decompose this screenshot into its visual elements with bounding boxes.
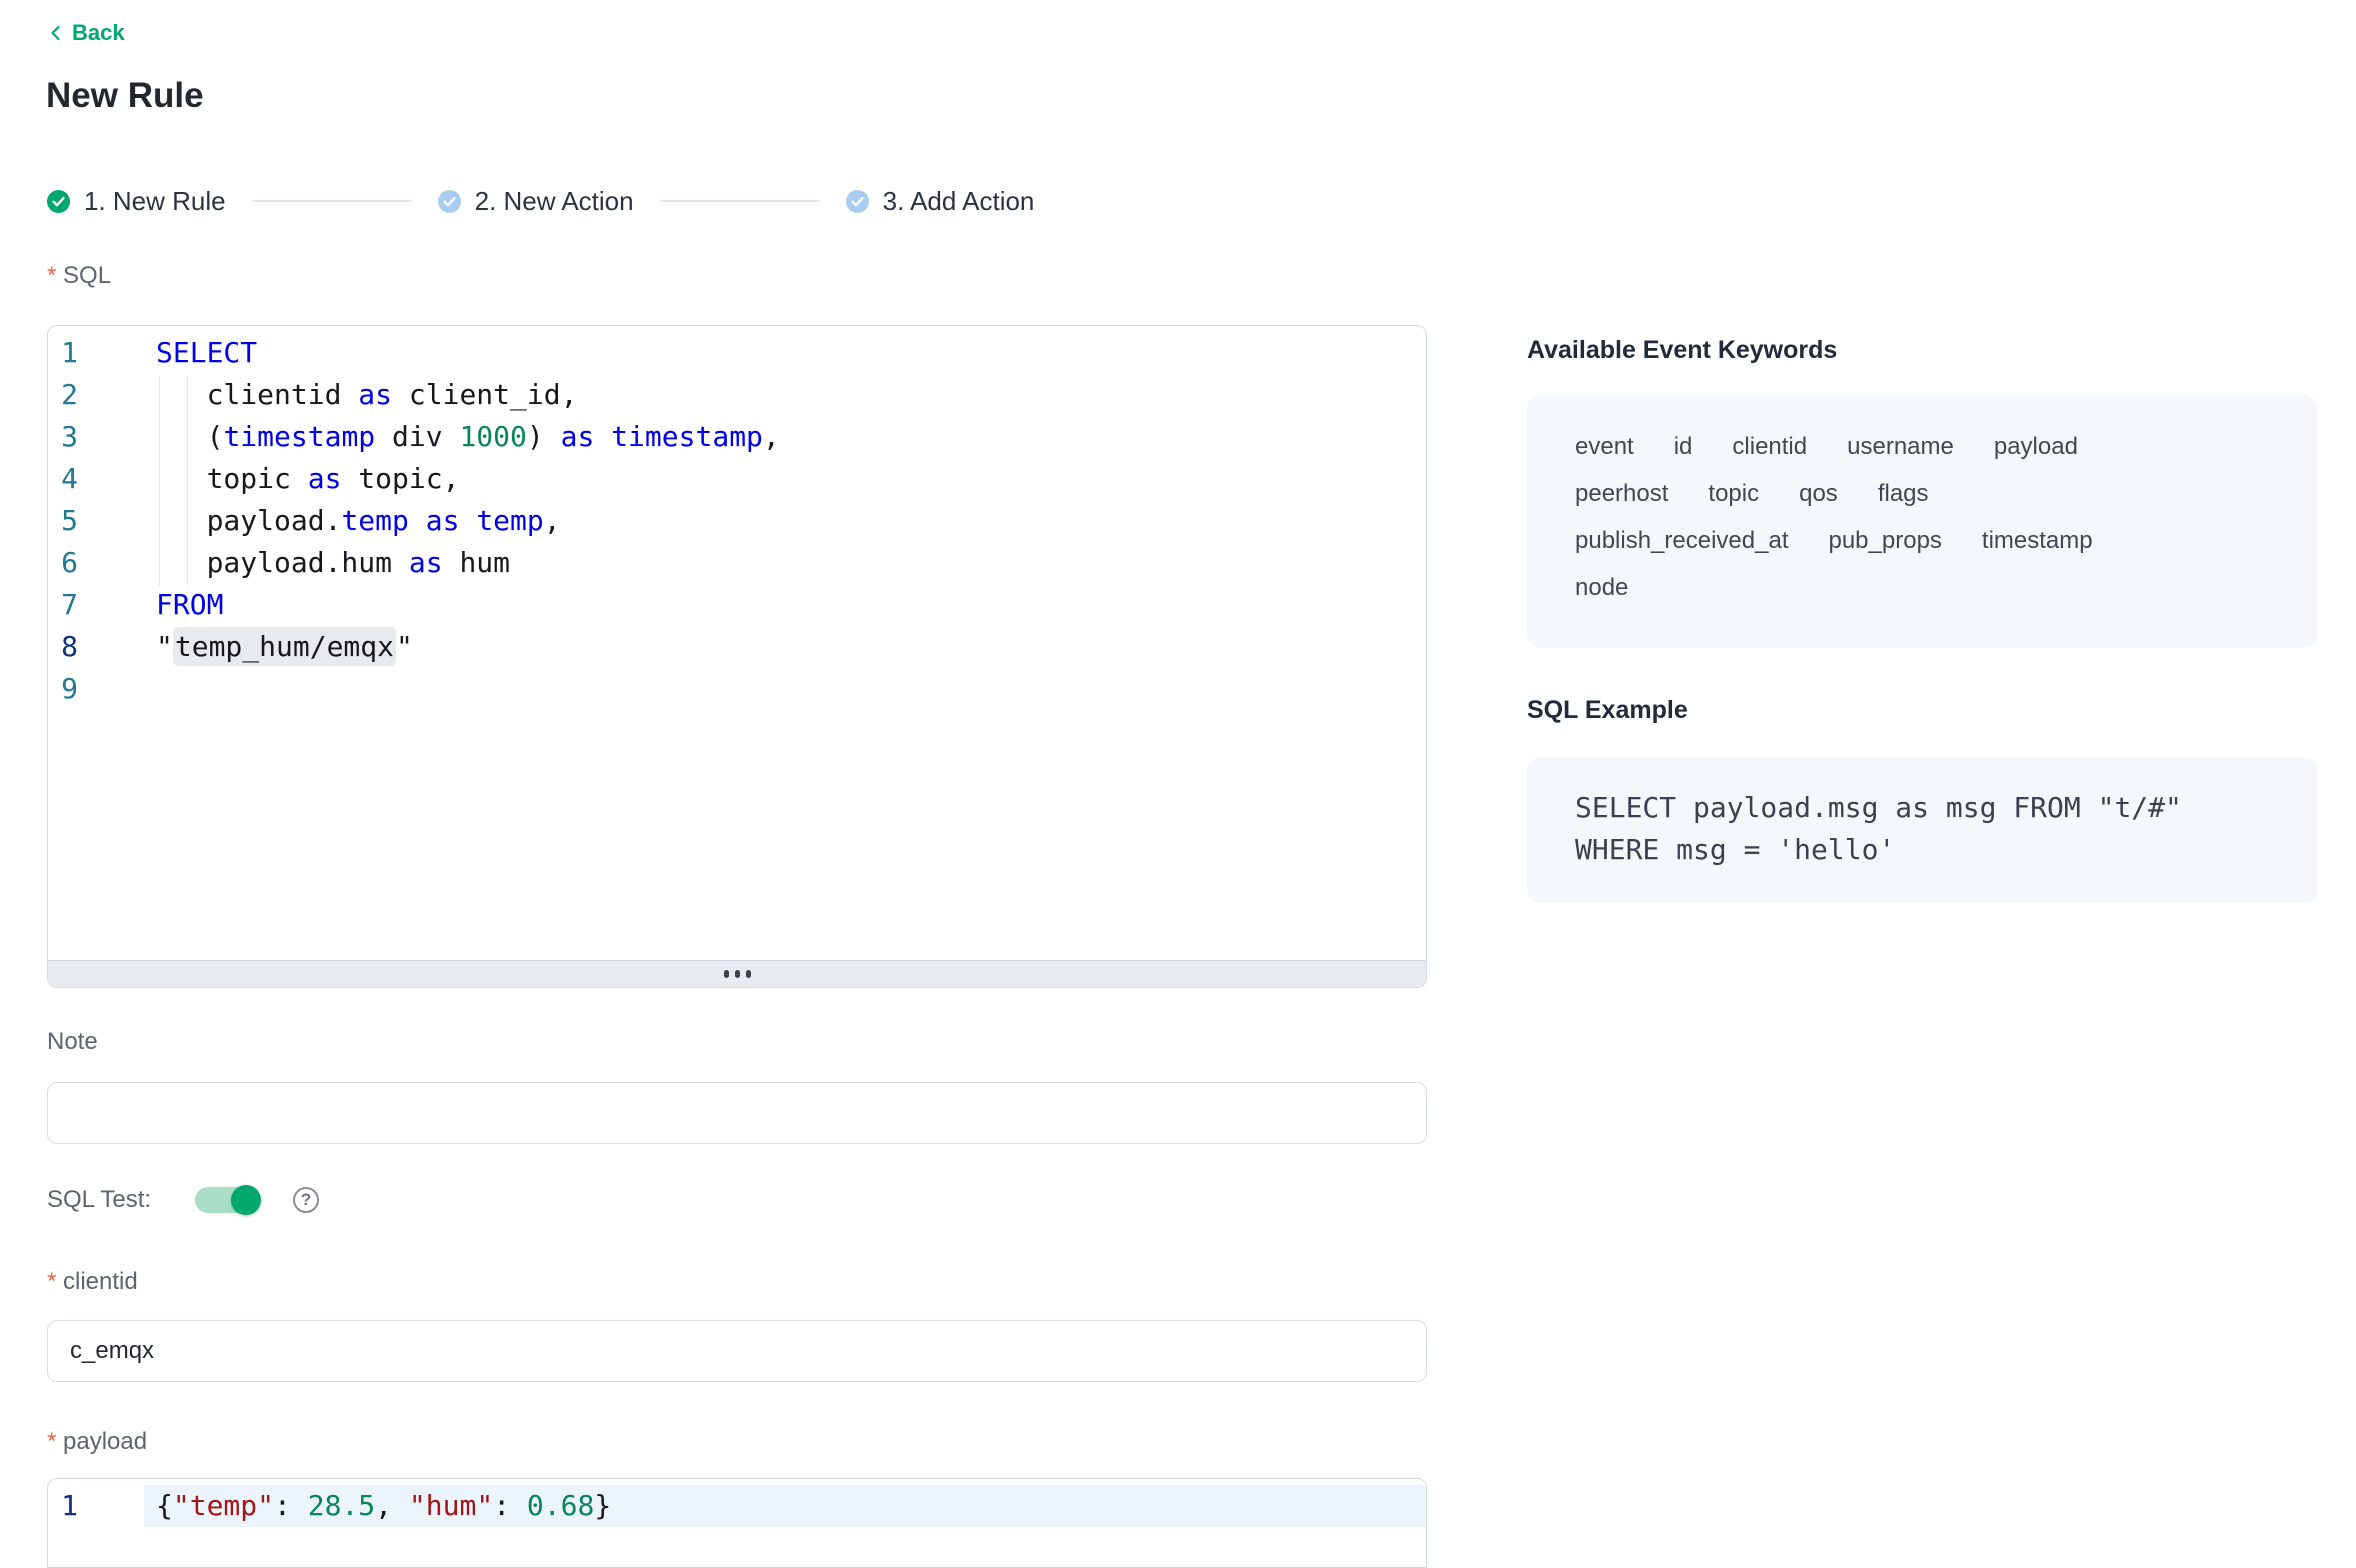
- code-line-content: payload.hum as hum: [156, 542, 510, 584]
- event-keyword: event: [1575, 423, 1634, 470]
- sql-test-row: SQL Test: ?: [47, 1186, 319, 1214]
- event-keyword: timestamp: [1982, 517, 2093, 564]
- code-line-content: topic as topic,: [156, 458, 459, 500]
- required-asterisk: *: [47, 262, 63, 289]
- step-check-icon: [47, 190, 70, 213]
- code-line-content: {"temp": 28.5, "hum": 0.68}: [144, 1485, 1426, 1527]
- line-number: 1: [48, 332, 78, 374]
- code-line: 9: [48, 668, 1426, 710]
- stepper: 1. New Rule 2. New Action 3. Add Action: [47, 186, 1034, 216]
- new-rule-page: Back New Rule 1. New Rule 2. New Action 3.…: [0, 0, 2356, 1568]
- line-number: 1: [48, 1485, 78, 1527]
- back-button[interactable]: Back: [47, 20, 125, 46]
- resize-dot: [746, 970, 751, 978]
- event-keyword: flags: [1878, 470, 1929, 517]
- code-line-content: clientid as client_id,: [156, 374, 577, 416]
- sql-example-panel: SELECT payload.msg as msg FROM "t/#"WHER…: [1527, 757, 2318, 903]
- sql-example-line: WHERE msg = 'hello': [1575, 829, 2270, 871]
- editor-resize-handle[interactable]: [48, 960, 1426, 987]
- stepper-connector: [252, 200, 412, 202]
- keyword-row: peerhost topic qos flags: [1575, 470, 2270, 517]
- indent-guide: [159, 376, 160, 586]
- line-number: 5: [48, 500, 78, 542]
- event-keyword: publish_received_at: [1575, 517, 1788, 564]
- code-line: 3 (timestamp div 1000) as timestamp,: [48, 416, 1426, 458]
- clientid-input[interactable]: [47, 1320, 1427, 1382]
- step-label: 1. New Rule: [84, 186, 226, 217]
- required-asterisk: *: [47, 1428, 63, 1455]
- stepper-step-3[interactable]: 3. Add Action: [846, 186, 1035, 217]
- sql-example-title: SQL Example: [1527, 696, 1688, 725]
- resize-dot: [735, 970, 740, 978]
- keywords-panel-title: Available Event Keywords: [1527, 336, 1837, 365]
- code-line: 1 {"temp": 28.5, "hum": 0.68}: [48, 1485, 1426, 1527]
- stepper-connector: [660, 200, 820, 202]
- keyword-row: publish_received_at pub_props timestamp: [1575, 517, 2270, 564]
- payload-code-editor[interactable]: 1 {"temp": 28.5, "hum": 0.68}: [47, 1478, 1427, 1568]
- line-number: 8: [48, 626, 78, 668]
- payload-field-label: * payload: [47, 1428, 147, 1456]
- indent-guide: [187, 376, 188, 586]
- event-keyword: node: [1575, 564, 1628, 611]
- line-number: 6: [48, 542, 78, 584]
- line-number: 2: [48, 374, 78, 416]
- event-keyword: id: [1674, 423, 1693, 470]
- sql-test-label: SQL Test:: [47, 1186, 151, 1214]
- code-line-content: FROM: [156, 584, 223, 626]
- line-number: 9: [48, 668, 78, 710]
- note-field-label: Note: [47, 1028, 98, 1056]
- step-check-icon: [438, 190, 461, 213]
- code-line-content: payload.temp as temp,: [156, 500, 561, 542]
- keyword-row: node: [1575, 564, 2270, 611]
- sql-test-toggle[interactable]: [195, 1187, 260, 1213]
- code-line-content: (timestamp div 1000) as timestamp,: [156, 416, 780, 458]
- step-label: 3. Add Action: [883, 186, 1035, 217]
- event-keyword: pub_props: [1828, 517, 1941, 564]
- step-check-icon: [846, 190, 869, 213]
- step-label: 2. New Action: [475, 186, 634, 217]
- required-asterisk: *: [47, 1268, 63, 1295]
- event-keyword: username: [1847, 423, 1954, 470]
- code-line: 4 topic as topic,: [48, 458, 1426, 500]
- page-title: New Rule: [46, 76, 204, 116]
- event-keyword: topic: [1708, 470, 1759, 517]
- code-line-content: "temp_hum/emqx": [156, 626, 413, 668]
- event-keyword: qos: [1799, 470, 1838, 517]
- sql-editor-code-area[interactable]: 1SELECT2 clientid as client_id,3 (timest…: [48, 326, 1426, 961]
- sql-example-line: SELECT payload.msg as msg FROM "t/#": [1575, 787, 2270, 829]
- code-line: 7 FROM: [48, 584, 1426, 626]
- sql-field-label: * SQL: [47, 262, 111, 290]
- payload-editor-code-area[interactable]: 1 {"temp": 28.5, "hum": 0.68}: [48, 1479, 1426, 1567]
- stepper-step-2[interactable]: 2. New Action: [438, 186, 634, 217]
- note-input[interactable]: [47, 1082, 1427, 1144]
- help-icon[interactable]: ?: [293, 1187, 319, 1213]
- code-line: 5 payload.temp as temp,: [48, 500, 1426, 542]
- line-number: 3: [48, 416, 78, 458]
- keyword-row: eventid clientid username payload: [1575, 423, 2270, 470]
- event-keywords-panel: eventid clientid username payload peerhost to…: [1527, 395, 2318, 648]
- clientid-field-label: * clientid: [47, 1268, 138, 1296]
- code-line: 8 "temp_hum/emqx": [48, 626, 1426, 668]
- code-line-content: SELECT: [156, 332, 257, 374]
- code-line: 2 clientid as client_id,: [48, 374, 1426, 416]
- sql-code-editor[interactable]: 1SELECT2 clientid as client_id,3 (timest…: [47, 325, 1427, 988]
- event-keyword: clientid: [1732, 423, 1807, 470]
- chevron-left-icon: [47, 23, 64, 43]
- code-line: 1 SELECT: [48, 332, 1426, 374]
- back-label: Back: [72, 20, 125, 46]
- line-number: 4: [48, 458, 78, 500]
- toggle-knob: [231, 1185, 261, 1215]
- resize-dot: [724, 970, 729, 978]
- event-keyword: peerhost: [1575, 470, 1668, 517]
- code-line: 6 payload.hum as hum: [48, 542, 1426, 584]
- event-keyword: payload: [1994, 423, 2078, 470]
- stepper-step-1[interactable]: 1. New Rule: [47, 186, 226, 217]
- line-number: 7: [48, 584, 78, 626]
